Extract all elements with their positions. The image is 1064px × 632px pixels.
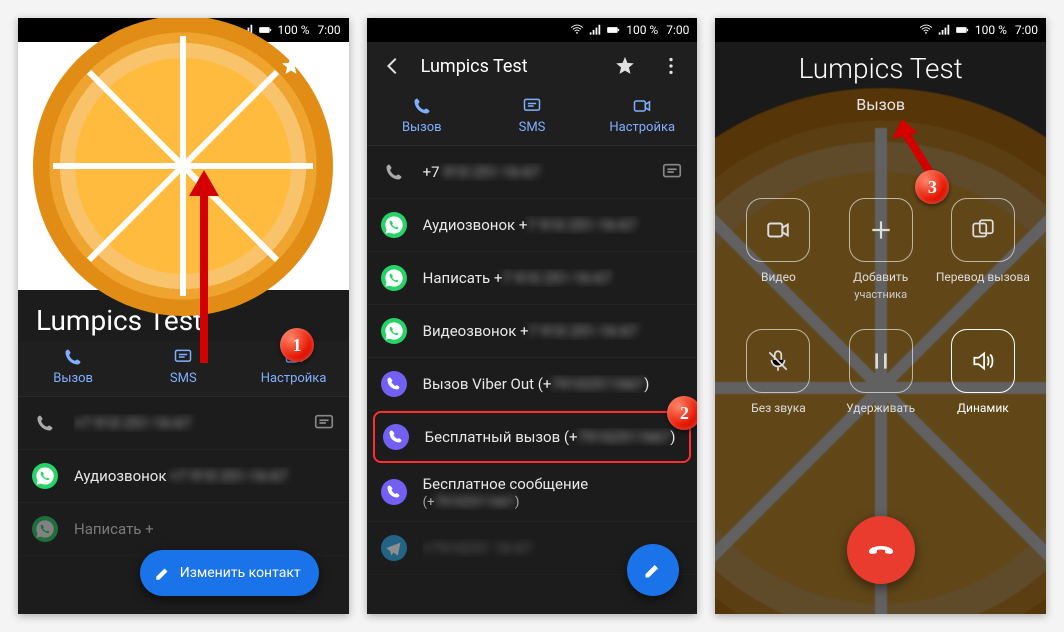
sms-icon[interactable] <box>313 412 335 434</box>
wa-write-label: Написать +7 910 251-16-67 <box>423 269 684 287</box>
viber-out-label: Вызов Viber Out (+79102511667) <box>423 375 684 393</box>
favorite-button[interactable] <box>607 48 643 84</box>
action-sms[interactable]: SMS <box>477 96 587 135</box>
back-button[interactable] <box>22 48 58 84</box>
phone-number: +7 910 251-16-67 <box>423 163 646 181</box>
action-video[interactable]: Настройка <box>587 96 697 135</box>
row-wa-write[interactable]: Написать + <box>18 503 349 556</box>
transfer-icon <box>970 217 996 243</box>
phone-icon <box>32 410 58 436</box>
call-transfer-button[interactable]: Перевод вызова <box>932 198 1034 301</box>
viber-icon <box>381 371 407 397</box>
favorite-button[interactable] <box>273 48 309 84</box>
call-status: Вызов <box>715 95 1046 114</box>
screen-1-contact-detail: 100 % 7:00 Lumpics Test Вызов SMS Настро… <box>18 18 349 614</box>
viber-icon <box>383 424 409 450</box>
call-mute-button[interactable]: Без звука <box>727 329 829 415</box>
pause-icon <box>868 348 894 374</box>
wa-video-label: Видеозвонок +7 910 251-16-67 <box>423 322 684 340</box>
call-contact-name: Lumpics Test <box>715 52 1046 85</box>
clock: 7:00 <box>666 23 689 37</box>
annotation-arrow-1 <box>184 168 224 368</box>
app-bar: Lumpics Test <box>367 42 698 90</box>
whatsapp-icon <box>381 212 407 238</box>
row-wa-video[interactable]: Видеозвонок +7 910 251-16-67 <box>367 305 698 358</box>
end-call-icon <box>865 534 897 566</box>
call-add-label: Добавить <box>853 270 908 284</box>
action-sms-label: SMS <box>519 120 546 135</box>
sms-icon <box>522 96 542 116</box>
action-sms-label: SMS <box>170 371 197 386</box>
edit-fab[interactable] <box>627 544 679 596</box>
viber-free-label: Бесплатный вызов (+79102511667) <box>425 428 682 446</box>
end-call-button[interactable] <box>847 516 915 584</box>
action-call-label: Вызов <box>53 371 93 386</box>
row-wa-audio[interactable]: Аудиозвонок +7 910 251-16-67 <box>18 450 349 503</box>
row-viber-msg[interactable]: Бесплатное сообщение (+79102511667) <box>367 463 698 522</box>
call-mute-label: Без звука <box>751 401 806 415</box>
screen-2-contact-actions: 100 % 7:00 Lumpics Test Вызов SMS Настро… <box>367 18 698 614</box>
plus-icon <box>868 217 894 243</box>
overflow-menu[interactable] <box>309 48 345 84</box>
wa-audio-label: Аудиозвонок +7 910 251-16-67 <box>74 467 335 485</box>
telegram-icon <box>381 535 407 561</box>
edit-contact-fab[interactable]: Изменить контакт <box>140 550 319 596</box>
phone-icon <box>381 159 407 185</box>
row-phone-number[interactable]: +7 910 251-16-67 <box>18 397 349 450</box>
pencil-icon <box>643 560 663 580</box>
whatsapp-icon <box>381 265 407 291</box>
whatsapp-icon <box>32 516 58 542</box>
status-bar: 100 % 7:00 <box>367 18 698 42</box>
signal-icon <box>588 23 602 37</box>
phone-icon <box>412 96 432 116</box>
speaker-icon <box>970 348 996 374</box>
phone-icon <box>63 347 83 367</box>
action-settings-label: Настройка <box>609 120 675 135</box>
annotation-badge-2: 2 <box>667 396 697 430</box>
whatsapp-icon <box>32 463 58 489</box>
action-settings-label: Настройка <box>261 371 327 386</box>
overflow-menu[interactable] <box>653 48 689 84</box>
call-transfer-label: Перевод вызова <box>936 270 1030 284</box>
edit-contact-label: Изменить контакт <box>180 565 301 581</box>
action-call-label: Вызов <box>402 120 442 135</box>
action-call[interactable]: Вызов <box>18 347 128 386</box>
mute-icon <box>765 348 791 374</box>
phone-number: +7 910 251-16-67 <box>74 414 297 432</box>
app-bar-title: Lumpics Test <box>421 56 598 77</box>
wifi-icon <box>570 23 584 37</box>
call-hold-button[interactable]: Удерживать <box>830 329 932 415</box>
call-video-button[interactable]: Видео <box>727 198 829 301</box>
action-call[interactable]: Вызов <box>367 96 477 135</box>
battery-icon <box>606 23 620 37</box>
call-add-sublabel: участника <box>854 288 907 301</box>
video-icon <box>765 217 791 243</box>
battery-pct: 100 % <box>626 23 658 37</box>
pencil-icon <box>154 564 172 582</box>
row-wa-write[interactable]: Написать +7 910 251-16-67 <box>367 252 698 305</box>
sms-icon[interactable] <box>661 161 683 183</box>
call-speaker-label: Динамик <box>957 401 1009 415</box>
row-viber-out[interactable]: Вызов Viber Out (+79102511667) <box>367 358 698 411</box>
row-phone[interactable]: +7 910 251-16-67 <box>367 146 698 199</box>
back-button[interactable] <box>375 48 411 84</box>
call-button-grid: Видео Добавить участника Перевод вызова … <box>715 198 1046 415</box>
row-viber-free-call[interactable]: Бесплатный вызов (+79102511667) <box>373 411 692 463</box>
whatsapp-icon <box>381 318 407 344</box>
viber-msg-label: Бесплатное сообщение (+79102511667) <box>423 475 684 510</box>
call-speaker-button[interactable]: Динамик <box>932 329 1034 415</box>
viber-icon <box>381 479 407 505</box>
wa-audio-label: Аудиозвонок +7 910 251-16-67 <box>423 216 684 234</box>
row-wa-audio[interactable]: Аудиозвонок +7 910 251-16-67 <box>367 199 698 252</box>
call-add-button[interactable]: Добавить участника <box>830 198 932 301</box>
wa-write-label: Написать + <box>74 520 335 538</box>
annotation-badge-1: 1 <box>280 328 314 362</box>
call-video-label: Видео <box>761 270 796 284</box>
call-overlay: Lumpics Test Вызов Видео Добавить участн… <box>715 18 1046 614</box>
screen-3-calling: 100 % 7:00 Lumpics Test Вызов Видео Доба… <box>715 18 1046 614</box>
action-row: Вызов SMS Настройка <box>367 90 698 146</box>
video-icon <box>632 96 652 116</box>
call-hold-label: Удерживать <box>846 401 915 415</box>
